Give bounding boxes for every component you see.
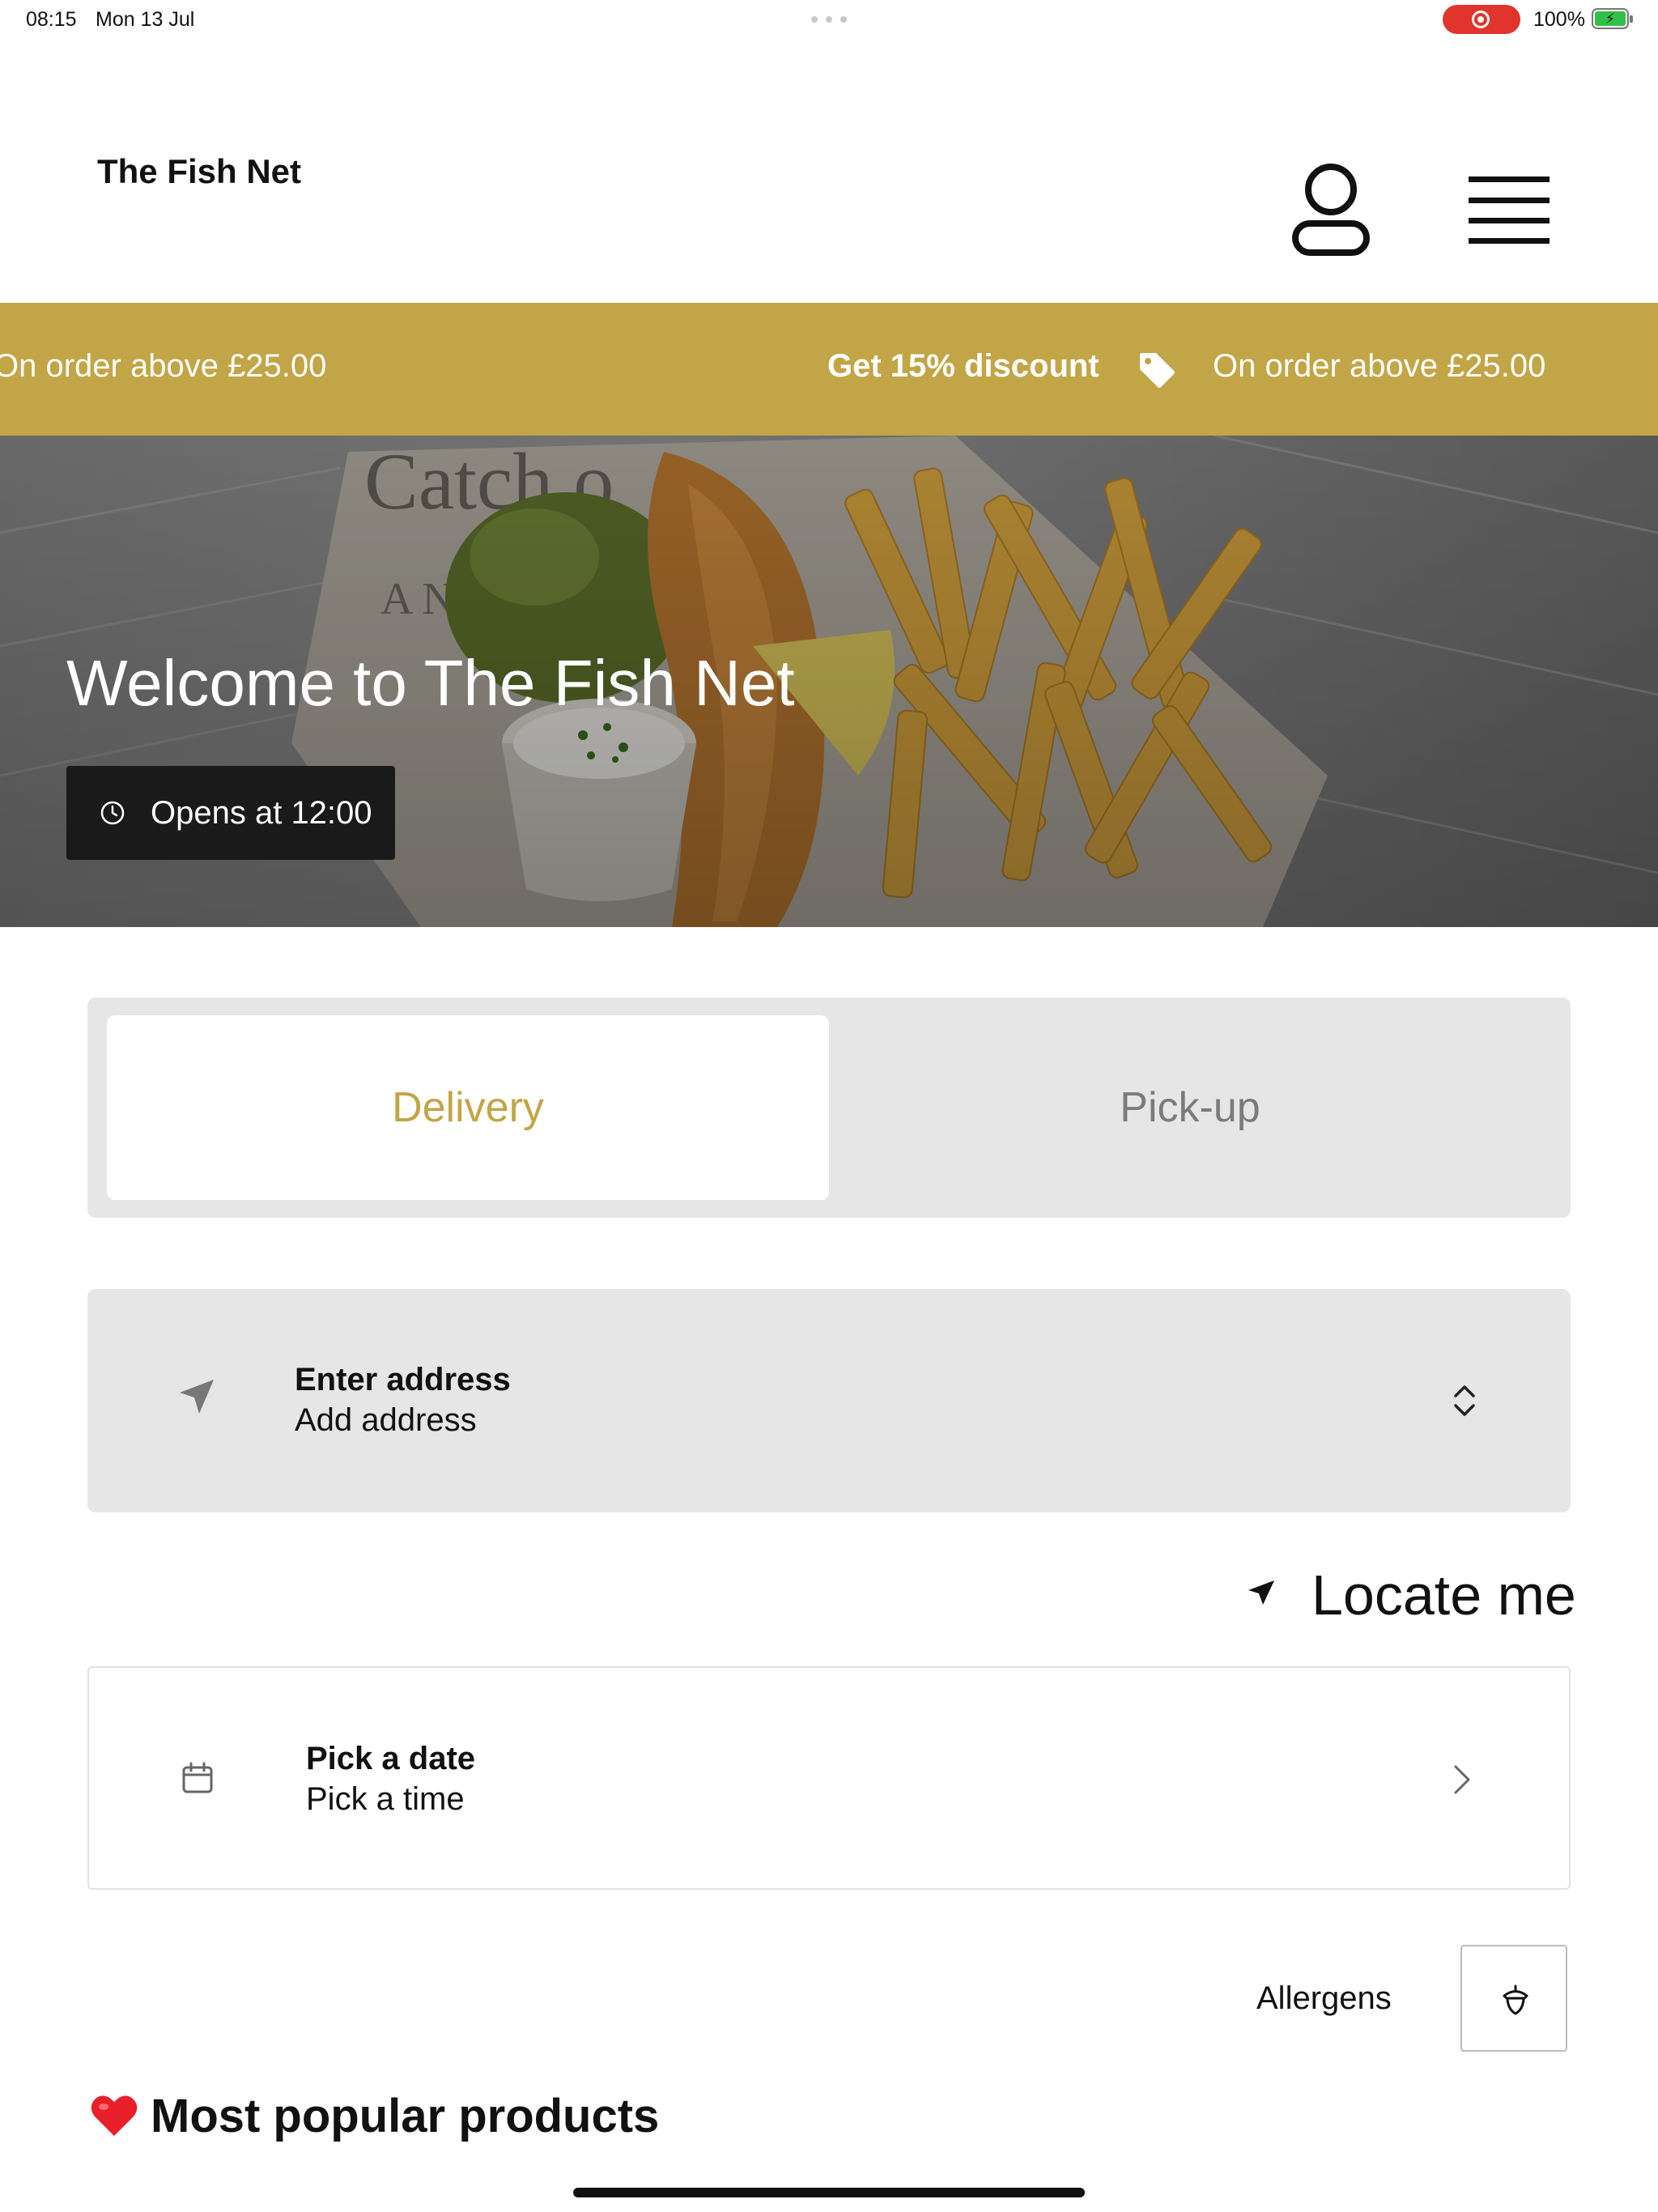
promo-condition-text: On order above £25.00 [1213, 348, 1546, 384]
menu-button[interactable] [1465, 173, 1553, 246]
tag-icon [1140, 353, 1175, 388]
promo-discount-text: Get 15% discount [827, 348, 1099, 384]
brand-name[interactable]: The Fish Net [97, 152, 301, 191]
status-date: Mon 13 Jul [96, 8, 195, 31]
order-mode-toggle: Delivery Pick-up [87, 998, 1571, 1218]
opening-hours-text: Opens at 12:00 [151, 794, 372, 831]
battery-icon: ⚡ [1592, 8, 1633, 29]
locate-me-button[interactable]: Locate me [1242, 1553, 1576, 1631]
screen-recording-icon[interactable] [1443, 5, 1520, 34]
allergens-button[interactable] [1460, 1945, 1567, 2052]
status-time: 08:15 [26, 8, 77, 31]
chevron-right-icon [1454, 1765, 1470, 1794]
opening-hours-badge: Opens at 12:00 [66, 766, 395, 860]
account-button[interactable] [1290, 160, 1371, 257]
battery-percentage: 100% [1533, 8, 1585, 31]
acorn-icon [1503, 1984, 1528, 2015]
tab-delivery[interactable]: Delivery [107, 1015, 829, 1200]
pick-time-label: Pick a time [306, 1781, 465, 1817]
pick-date-label: Pick a date [306, 1741, 476, 1776]
home-indicator[interactable] [573, 2188, 1085, 2197]
address-selector[interactable]: Enter address Add address [87, 1289, 1571, 1512]
user-icon [1292, 164, 1370, 256]
promo-condition-text: On order above £25.00 [0, 348, 327, 384]
most-popular-heading: Most popular products [89, 2087, 659, 2144]
multitasking-dots-icon[interactable] [811, 16, 847, 23]
date-time-picker[interactable]: Pick a date Pick a time [87, 1666, 1571, 1890]
welcome-title: Welcome to The Fish Net [66, 647, 795, 719]
hamburger-menu-icon [1469, 177, 1550, 244]
location-arrow-icon [180, 1380, 214, 1414]
app-header: The Fish Net [0, 39, 1658, 303]
address-title: Enter address [295, 1362, 511, 1397]
promo-banner: On order above £25.00 Get 15% discount O… [0, 303, 1658, 436]
address-value: Add address [295, 1402, 477, 1438]
chevron-up-down-icon [1454, 1385, 1475, 1416]
tab-pickup[interactable]: Pick-up [829, 1015, 1551, 1200]
locate-me-label: Locate me [1312, 1563, 1576, 1627]
location-arrow-icon [1248, 1580, 1274, 1605]
calendar-icon [182, 1762, 213, 1793]
clock-icon [100, 801, 125, 825]
allergens-label: Allergens [1256, 1980, 1392, 2016]
section-title: Most popular products [151, 2089, 660, 2142]
heart-icon [91, 2095, 138, 2136]
status-bar: 08:15 Mon 13 Jul 100% ⚡ [0, 0, 1658, 39]
hero-banner: Catch o A Na [0, 436, 1658, 927]
